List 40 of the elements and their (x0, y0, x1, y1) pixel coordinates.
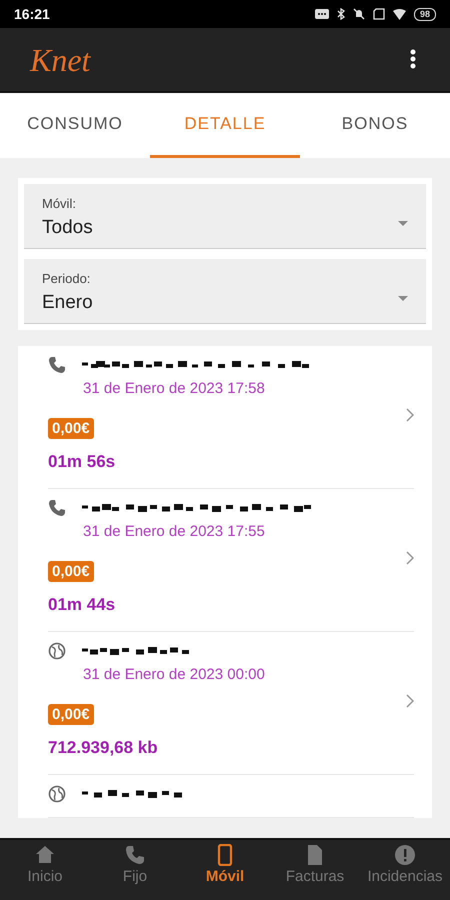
caret-icon (398, 296, 408, 301)
nav-tab[interactable]: Móvil (180, 840, 270, 900)
sim-icon (372, 8, 385, 20)
record-date: 31 de Enero de 2023 17:58 (83, 379, 266, 399)
price-badge: 0,00€ (48, 704, 94, 724)
usage-amount: 01m 44s (48, 594, 116, 616)
more-icon (410, 49, 416, 70)
app-logo: Knet (30, 40, 90, 80)
wifi-icon (392, 8, 406, 20)
dropdown-field[interactable]: Periodo: Enero (24, 259, 426, 324)
price-badge: 0,00€ (48, 560, 94, 582)
battery-icon: 98 (414, 8, 436, 20)
globe-icon (48, 642, 66, 660)
nav-tab[interactable]: Inicio (0, 840, 90, 900)
usage-amount: 712.939,68 kb (48, 736, 159, 758)
record-row[interactable]: 31 de Enero de 2023 17:55 0,00€ 01m 44s (48, 489, 414, 632)
caret-icon (398, 221, 408, 226)
record-date: 31 de Enero de 2023 17:55 (83, 522, 266, 542)
status-time: 16:21 (14, 4, 50, 24)
record-date: 31 de Enero de 2023 00:00 (83, 665, 266, 685)
chevron-right-icon[interactable] (406, 694, 414, 708)
phone-icon (48, 356, 66, 374)
muted-bell-icon (352, 8, 365, 20)
phone-icon (124, 844, 146, 866)
phone-icon (48, 499, 66, 517)
nav-tab[interactable]: Incidencias (360, 840, 450, 900)
nav-tab[interactable]: Facturas (270, 840, 360, 900)
price-badge: 0,00€ (48, 418, 94, 438)
nav-tab[interactable]: Fijo (90, 840, 180, 900)
home-icon (34, 844, 56, 866)
alert-icon (394, 844, 416, 866)
bluetooth-icon (336, 8, 345, 20)
usage-amount: 01m 56s (48, 450, 116, 472)
record-row[interactable]: 31 de Enero de 2023 17:58 0,00€ 01m 56s (48, 346, 414, 489)
dropdown-field[interactable]: Móvil: Todos (24, 184, 426, 249)
record-row[interactable]: 31 de Enero de 2023 00:00 0,00€ 712.939,68 kb (48, 632, 414, 775)
message-icon (314, 9, 329, 19)
chevron-right-icon[interactable] (406, 551, 414, 565)
chevron-right-icon[interactable] (406, 408, 414, 422)
globe-icon (48, 785, 66, 803)
